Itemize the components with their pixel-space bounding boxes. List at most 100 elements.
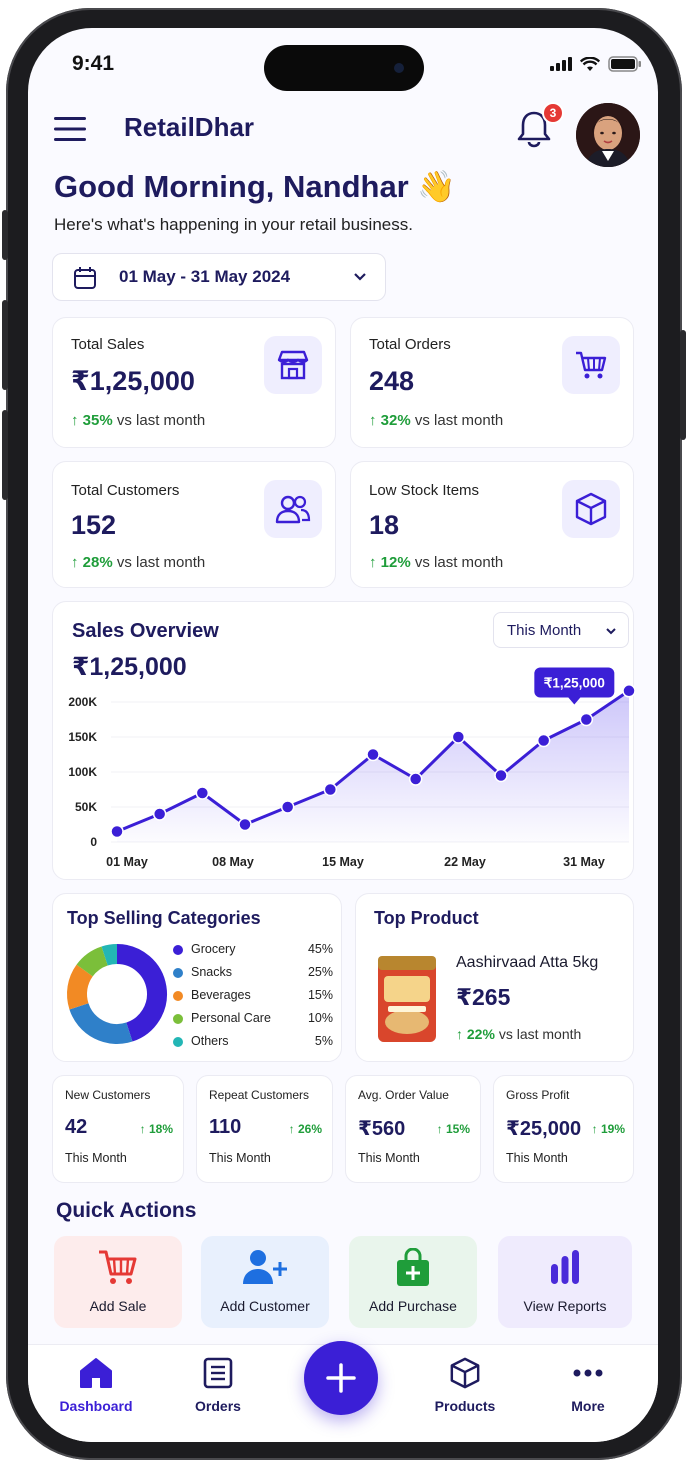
legend-value: 45%: [307, 942, 333, 956]
stat-card-low-stock[interactable]: Low Stock Items 18 ↑ 12% vs last month: [350, 461, 634, 588]
add-fab-button[interactable]: [304, 1341, 378, 1415]
chart-point: [622, 684, 635, 698]
app-name: RetailDhar: [124, 112, 255, 142]
top-categories-title: Top Selling Categories: [67, 908, 261, 928]
status-icons: [550, 56, 642, 72]
mini-stat-title: Gross Profit: [506, 1088, 570, 1102]
nav-label: More: [571, 1398, 605, 1414]
stat-card-total-orders[interactable]: Total Orders 248 ↑ 32% vs last month: [350, 317, 634, 448]
add-sale-button[interactable]: Add Sale: [54, 1236, 182, 1328]
legend-item: Personal Care 10%: [173, 1011, 333, 1025]
mini-stat-title: New Customers: [65, 1088, 151, 1102]
cart-icon: [562, 336, 620, 394]
top-product-change: ↑ 22% vs last month: [456, 1026, 582, 1042]
stat-card-total-customers[interactable]: Total Customers 152 ↑ 28% vs last month: [52, 461, 336, 588]
stat-card-total-sales[interactable]: Total Sales ₹1,25,000 ↑ 35% vs last mont…: [52, 317, 336, 448]
chart-area: [117, 690, 629, 842]
greeting-subtitle: Here's what's happening in your retail b…: [54, 215, 413, 234]
nav-products[interactable]: Products: [415, 1357, 515, 1414]
app-screen: 9:41 RetailDhar 3 Good Morning, Nandhar …: [28, 28, 658, 1442]
chart-point: [238, 817, 252, 832]
notification-badge: 3: [542, 102, 564, 124]
mini-stat-gross-profit[interactable]: Gross Profit ₹25,000 ↑ 19% This Month: [493, 1075, 634, 1183]
stat-change: ↑ 28% vs last month: [71, 554, 206, 571]
chart-point: [366, 747, 380, 762]
chart-point: [451, 730, 466, 744]
legend-value: 25%: [307, 965, 333, 979]
shopping-bag-icon: [397, 1248, 429, 1286]
add-customer-button[interactable]: Add Customer: [201, 1236, 329, 1328]
phone-side-button: [2, 300, 8, 390]
mini-stat-change-value: 26%: [297, 1122, 322, 1136]
chart-point: [152, 807, 167, 821]
box-icon: [562, 480, 620, 538]
nav-label: Dashboard: [59, 1398, 133, 1414]
chart-tooltip-label: ₹1,25,000: [544, 676, 605, 691]
store-icon: [264, 336, 322, 394]
stat-label: Total Sales: [71, 336, 145, 353]
chart-y-tick: 150K: [68, 730, 97, 744]
chart-point: [536, 733, 551, 748]
nav-more[interactable]: More: [538, 1357, 638, 1414]
plus-icon: [326, 1363, 356, 1393]
chart-point: [408, 772, 423, 786]
cart-icon: [99, 1250, 137, 1284]
product-image: [378, 956, 436, 1042]
menu-button[interactable]: [54, 116, 86, 147]
quick-actions-title: Quick Actions: [56, 1199, 197, 1222]
top-product-card[interactable]: Top Product Aashirvaad Atta 5kg ₹265 ↑ 2…: [355, 893, 634, 1062]
notification-button[interactable]: 3: [516, 102, 564, 148]
chart-point: [494, 768, 508, 783]
date-range-picker[interactable]: 01 May - 31 May 2024: [52, 253, 386, 301]
orders-icon: [203, 1357, 233, 1389]
mini-stat-sub: This Month: [209, 1151, 271, 1165]
stat-change-value: 12%: [380, 554, 411, 571]
nav-orders[interactable]: Orders: [168, 1357, 268, 1414]
dynamic-island: [264, 45, 424, 91]
bottom-navigation: Dashboard Orders Products More: [28, 1341, 658, 1442]
categories-donut-chart: [67, 944, 167, 1044]
home-icon: [80, 1358, 112, 1388]
stat-change: ↑ 12% vs last month: [369, 554, 504, 571]
menu-icon: [54, 117, 86, 141]
stat-label: Low Stock Items: [369, 482, 480, 499]
top-product-price: ₹265: [456, 984, 511, 1010]
top-categories-card: Top Selling Categories Grocery 45% Snacks 2…: [52, 893, 342, 1062]
top-product-title: Top Product: [374, 908, 479, 928]
stat-value: ₹1,25,000: [71, 366, 195, 396]
bar-chart-icon: [551, 1250, 579, 1284]
chart-y-tick: 50K: [75, 800, 97, 814]
chart-tooltip-pointer: [568, 697, 581, 705]
battery-icon: [608, 56, 641, 72]
view-reports-button[interactable]: View Reports: [498, 1236, 632, 1328]
mini-stat-avg-order-value[interactable]: Avg. Order Value ₹560 ↑ 15% This Month: [345, 1075, 481, 1183]
legend-item: Beverages 15%: [173, 988, 333, 1002]
mini-stat-value: 110: [209, 1116, 242, 1138]
legend-label: Snacks: [191, 965, 232, 979]
stat-change-value: 35%: [82, 412, 113, 429]
chart-y-tick: 200K: [68, 695, 97, 709]
legend-value: 15%: [307, 988, 333, 1002]
chart-point: [579, 712, 594, 727]
legend-swatch: [173, 967, 183, 978]
mini-stat-repeat-customers[interactable]: Repeat Customers 110 ↑ 26% This Month: [196, 1075, 333, 1183]
add-purchase-button[interactable]: Add Purchase: [349, 1236, 477, 1328]
stat-value: 248: [369, 366, 415, 396]
nav-dashboard[interactable]: Dashboard: [46, 1357, 146, 1414]
wifi-icon: [580, 56, 600, 71]
mini-stat-new-customers[interactable]: New Customers 42 ↑ 18% This Month: [52, 1075, 184, 1183]
chart-x-tick: 22 May: [444, 855, 486, 869]
mini-stat-sub: This Month: [65, 1151, 127, 1165]
chart-x-tick: 08 May: [212, 855, 254, 869]
legend-label: Others: [191, 1034, 229, 1048]
chart-y-tick: 100K: [68, 765, 97, 779]
legend-label: Beverages: [191, 988, 251, 1002]
avatar[interactable]: [576, 103, 640, 167]
stat-change: ↑ 32% vs last month: [369, 412, 504, 429]
chevron-down-icon: [354, 273, 366, 281]
phone-side-button: [2, 210, 8, 260]
donut-slice: [69, 1002, 133, 1044]
mini-stat-value: 42: [65, 1116, 88, 1138]
legend-value: 10%: [307, 1011, 333, 1025]
chart-point: [323, 782, 338, 797]
